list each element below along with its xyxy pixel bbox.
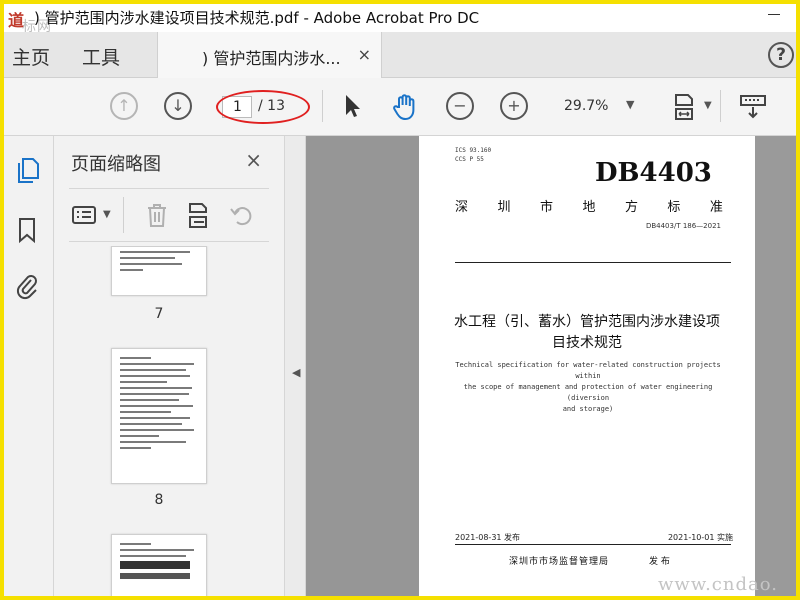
thumbnail-label: 8: [154, 492, 164, 508]
pointer-arrow-icon: [346, 95, 360, 117]
panel-title: 页面缩略图: [71, 154, 161, 175]
standard-type-char: 方: [624, 200, 638, 215]
document-title-en: Technical specification for water-relate…: [445, 360, 731, 415]
insert-page-icon: [189, 203, 207, 228]
standard-type-char: 市: [539, 200, 553, 215]
title-en-line: the scope of management and protection o…: [463, 383, 713, 402]
document-title-cn: 水工程（引、蓄水）管护范围内涉水建设项 目技术规范: [443, 312, 731, 354]
window-title: ) 管护范围内涉水建设项目技术规范.pdf - Adobe Acrobat Pr…: [34, 9, 480, 27]
title-bar: 道 标网 ) 管护范围内涉水建设项目技术规范.pdf - Adobe Acrob…: [4, 4, 796, 35]
standard-type-char: 准: [709, 200, 723, 215]
title-cn-line: 目技术规范: [552, 335, 622, 351]
attachments-tab[interactable]: [14, 272, 40, 300]
thumbnail-label: 7: [154, 306, 164, 322]
insert-page-button[interactable]: [185, 201, 213, 229]
standard-number: DB4403/T 186—2021: [645, 222, 721, 230]
implement-date: 2021-10-01 实施: [667, 533, 733, 542]
fit-page-button[interactable]: [670, 92, 698, 120]
collapse-panel-icon[interactable]: ◀: [292, 366, 300, 379]
minus-icon: −: [453, 96, 467, 115]
panel-splitter[interactable]: ◀: [284, 136, 306, 596]
bookmark-icon: [19, 218, 35, 244]
thumbnail-page-7[interactable]: [111, 246, 207, 296]
title-en-line: Technical specification for water-relate…: [455, 361, 721, 380]
issuing-authority: 深圳市市场监督管理局: [509, 557, 610, 567]
fit-dropdown-caret-icon[interactable]: ▼: [704, 100, 712, 111]
arrow-down-icon: ↓: [171, 96, 185, 115]
toolbar-divider: [322, 90, 323, 122]
red-highlight-ellipse: [216, 90, 310, 124]
zoom-dropdown-caret-icon[interactable]: ▼: [626, 98, 634, 111]
delete-page-button[interactable]: [143, 201, 171, 229]
title-cn-line: 水工程（引、蓄水）管护范围内涉水建设项: [454, 314, 720, 330]
standard-code: DB4403: [595, 158, 712, 188]
thumbnails-panel: 页面缩略图 × ▼ 7 8: [55, 136, 326, 596]
hand-icon: [393, 94, 415, 121]
panel-tool-divider: [123, 197, 124, 233]
keyboard-icon: [740, 95, 766, 119]
toolbar-divider: [720, 90, 721, 122]
thumbnail-list[interactable]: 7 8: [55, 246, 284, 596]
ics-code: ICS 93.160 CCS P 55: [455, 146, 491, 164]
zoom-level-value[interactable]: 29.7%: [564, 98, 608, 114]
divider-line: [455, 262, 731, 263]
standard-type-char: 地: [582, 200, 596, 215]
arrow-up-icon: ↑: [117, 96, 131, 115]
standard-type-char: 标: [667, 200, 681, 215]
rotate-page-button[interactable]: [227, 201, 255, 229]
bookmarks-tab[interactable]: [14, 216, 40, 244]
tab-tools[interactable]: 工具: [82, 43, 120, 70]
trash-icon: [148, 204, 166, 227]
app-window: 道 标网 ) 管护范围内涉水建设项目技术规范.pdf - Adobe Acrob…: [0, 0, 800, 600]
document-view[interactable]: ICS 93.160 CCS P 55 DB4403 深 圳 市 地 方 标 准…: [306, 136, 796, 596]
zoom-in-button[interactable]: +: [500, 92, 528, 120]
rotate-icon: [230, 207, 252, 226]
hand-tool-button[interactable]: [390, 92, 418, 121]
tab-close-button[interactable]: ×: [358, 45, 371, 64]
publish-date: 2021-08-31 发布: [455, 533, 521, 542]
standard-type: 深 圳 市 地 方 标 准: [455, 196, 723, 215]
ics-line: ICS 93.160: [455, 147, 492, 154]
minimize-button[interactable]: [768, 8, 782, 22]
options-caret-icon[interactable]: ▼: [103, 209, 111, 220]
previous-page-button[interactable]: ↑: [110, 92, 138, 120]
fit-page-icon: [675, 94, 693, 120]
tab-document-label: ) 管护范围内涉水...: [202, 49, 341, 68]
thumbnail-page-8[interactable]: [111, 348, 207, 484]
keyboard-tools-button[interactable]: [738, 92, 766, 120]
zoom-out-button[interactable]: −: [446, 92, 474, 120]
options-list-icon: [72, 206, 96, 224]
panel-close-button[interactable]: ×: [245, 148, 262, 172]
navigation-rail: [4, 136, 54, 596]
ccs-line: CCS P 55: [455, 156, 484, 163]
select-tool-button[interactable]: [338, 92, 366, 120]
standard-type-char: 深: [455, 200, 469, 215]
next-page-button[interactable]: ↓: [164, 92, 192, 120]
main-toolbar: ↑ ↓ 1 / 13 − + 29.7% ▼ ▼: [4, 78, 796, 136]
issue-label: 发 布: [649, 557, 670, 567]
paperclip-icon: [16, 275, 37, 300]
tab-document[interactable]: ) 管护范围内涉水... ×: [157, 32, 382, 78]
panel-toolbar: ▼: [69, 188, 269, 242]
thumbnail-page-9[interactable]: [111, 534, 207, 596]
site-watermark: www.cndao.: [658, 574, 778, 595]
thumbnail-content: [120, 357, 198, 453]
document-margin: [755, 136, 796, 596]
pdf-page: ICS 93.160 CCS P 55 DB4403 深 圳 市 地 方 标 准…: [419, 136, 755, 596]
plus-icon: +: [507, 96, 521, 115]
thumbnail-options-button[interactable]: [71, 201, 99, 229]
divider-line: [455, 544, 731, 545]
tab-home[interactable]: 主页: [12, 43, 50, 70]
title-en-line: and storage): [562, 405, 614, 413]
thumbnail-content: [120, 251, 198, 275]
tab-bar: 主页 工具 ) 管护范围内涉水... × ?: [4, 32, 796, 78]
page-thumbnails-tab[interactable]: [14, 156, 40, 183]
standard-type-char: 圳: [497, 200, 511, 215]
copy-pages-icon: [18, 158, 39, 183]
thumbnail-content: [120, 543, 198, 583]
help-button[interactable]: ?: [768, 42, 794, 68]
